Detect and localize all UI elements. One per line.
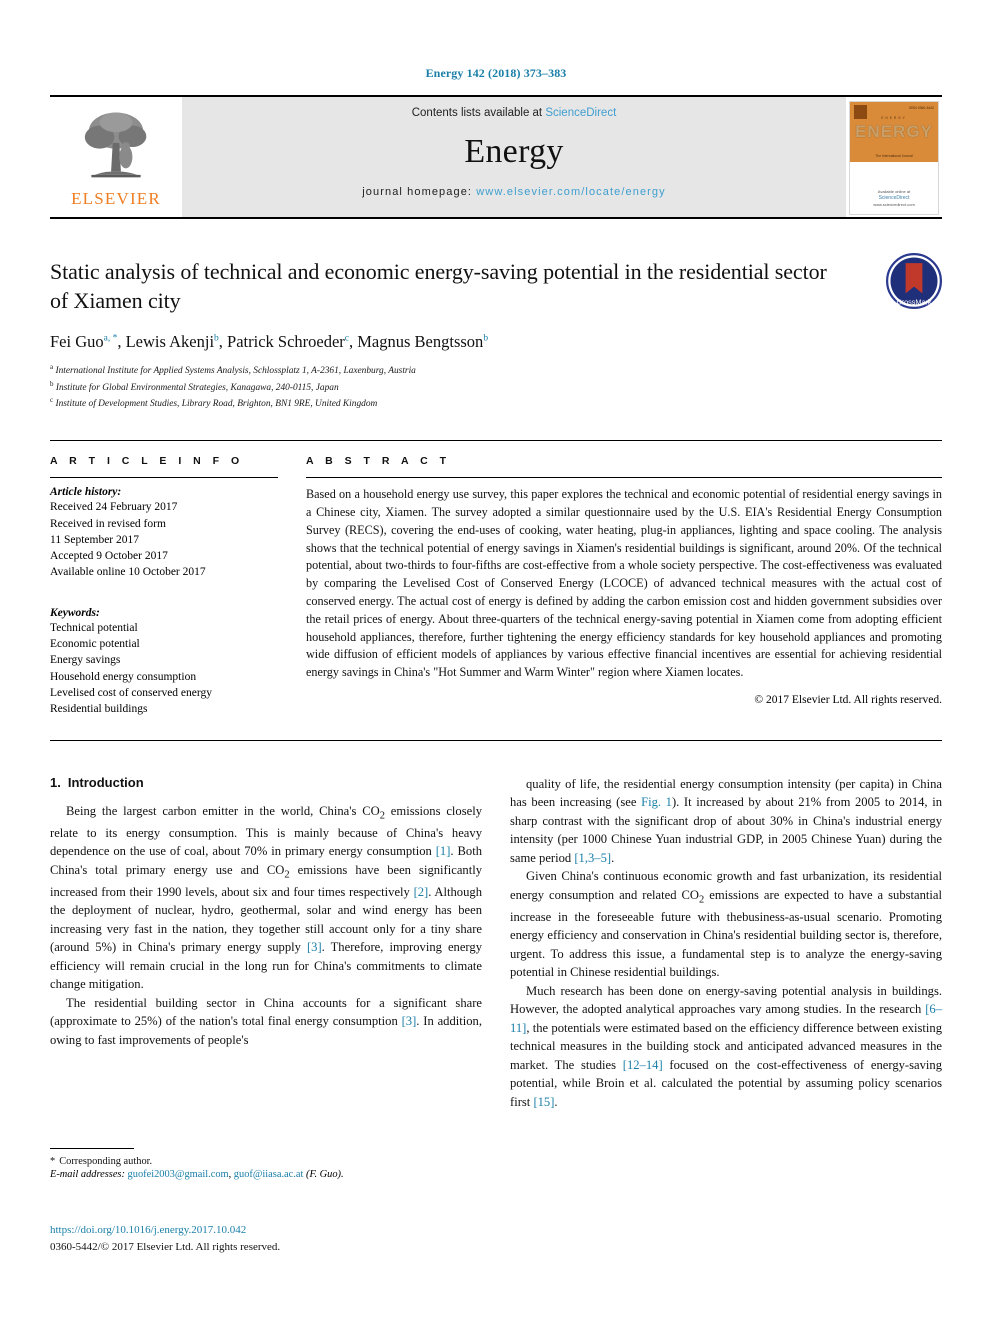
author-separator: , <box>117 332 126 352</box>
cover-footer: Available online at ScienceDirect www.sc… <box>850 189 938 209</box>
author-item: Lewis Akenjib <box>125 332 219 352</box>
info-abstract-section: A R T I C L E I N F O Article history: R… <box>50 440 942 718</box>
journal-cover-thumbnail: ISSN 0360-5442 ENERGY ENERGY The Interna… <box>849 101 939 215</box>
footnote-block: * Corresponding author. E-mail addresses:… <box>50 1148 482 1180</box>
email-note: E-mail addresses: guofei2003@gmail.com, … <box>50 1169 482 1180</box>
author-separator: , <box>218 332 228 352</box>
page-title: Static analysis of technical and economi… <box>50 259 827 314</box>
cover-kicker-text: ENERGY <box>881 116 907 120</box>
elsevier-logo: ELSEVIER <box>50 97 182 217</box>
email-suffix: (F. Guo). <box>305 1169 344 1181</box>
article-info-divider <box>50 477 278 479</box>
body-paragraph: Given China's continuous economic growth… <box>510 869 942 980</box>
keyword-item: Levelised cost of conserved energy <box>50 687 213 700</box>
corresponding-author-mark: * <box>50 1156 56 1167</box>
keyword-item: Technical potential <box>50 621 138 634</box>
homepage-url-link[interactable]: www.elsevier.com/locate/energy <box>476 186 666 198</box>
email-link-primary[interactable]: guofei2003@gmail.com <box>128 1169 229 1180</box>
abstract-copyright: © 2017 Elsevier Ltd. All rights reserved… <box>754 694 942 707</box>
keyword-item: Residential buildings <box>50 703 148 716</box>
affiliation-list: a International Institute for Applied Sy… <box>50 362 942 412</box>
affiliation-mark: b <box>50 379 54 388</box>
author-list: Fei Guoa, *, Lewis Akenjib, Patrick Schr… <box>50 332 942 352</box>
abstract-text: Based on a household energy use survey, … <box>306 487 942 680</box>
cover-tagline-text: The International Journal <box>875 154 913 158</box>
keywords-block: Keywords: Technical potential Economic p… <box>50 607 278 718</box>
section-title-text: Introduction <box>67 774 144 790</box>
body-left-column: 1. Introduction Being the largest carbon … <box>50 775 482 1111</box>
cover-title-text: ENERGY <box>855 122 933 141</box>
article-history-list: Received 24 February 2017 Received in re… <box>50 499 278 581</box>
body-divider <box>50 739 942 741</box>
author-affiliation-mark: b <box>483 333 489 344</box>
affiliation-text: Institute for Global Environmental Strat… <box>55 382 339 393</box>
body-right-column: quality of life, the residential energy … <box>510 775 942 1111</box>
title-block: Static analysis of technical and economi… <box>50 253 942 412</box>
body-paragraph: The residential building sector in China… <box>50 995 482 1047</box>
body-paragraph: quality of life, the residential energy … <box>510 776 942 865</box>
article-page: Energy 142 (2018) 373–383 ELSEVIER Conte… <box>0 0 992 1323</box>
corresponding-author-note: * Corresponding author. <box>50 1154 482 1169</box>
elsevier-tree-icon <box>84 112 147 177</box>
history-item: Received in revised form <box>50 517 166 530</box>
footnote-divider <box>50 1148 134 1149</box>
cover-footer-line2: ScienceDirect <box>878 194 910 201</box>
cover-issue-text: ISSN 0360-5442 <box>908 106 934 110</box>
email-link-secondary[interactable]: guof@iiasa.ac.at <box>234 1169 304 1180</box>
journal-homepage-line: journal homepage: www.elsevier.com/locat… <box>362 186 666 198</box>
history-item: Accepted 9 October 2017 <box>50 550 168 563</box>
sciencedirect-link[interactable]: ScienceDirect <box>545 107 616 119</box>
masthead-center: Contents lists available at ScienceDirec… <box>182 97 846 217</box>
keywords-list: Technical potential Economic potential E… <box>50 620 278 718</box>
keyword-item: Household energy consumption <box>50 670 197 683</box>
svg-text:CrossMark: CrossMark <box>896 298 931 307</box>
keyword-item: Energy savings <box>50 654 121 667</box>
affiliation-text: Institute of Development Studies, Librar… <box>55 399 378 410</box>
affiliation-mark: c <box>50 396 54 405</box>
article-info-label: A R T I C L E I N F O <box>50 455 244 468</box>
author-item: Fei Guoa, * <box>50 332 118 352</box>
section-number: 1. <box>50 774 61 790</box>
keywords-heading: Keywords: <box>50 606 100 619</box>
email-label: E-mail addresses: <box>50 1169 125 1181</box>
affiliation-item: a International Institute for Applied Sy… <box>50 362 942 379</box>
history-item: Received 24 February 2017 <box>50 501 178 514</box>
abstract-column: A B S T R A C T Based on a household ene… <box>306 455 942 718</box>
elsevier-wordmark: ELSEVIER <box>71 188 161 208</box>
history-item: Available online 10 October 2017 <box>50 566 206 579</box>
doi-link[interactable]: https://doi.org/10.1016/j.energy.2017.10… <box>50 1222 490 1239</box>
corresponding-author-label: Corresponding author. <box>59 1156 153 1167</box>
author-item: Magnus Bengtssonb <box>357 332 489 352</box>
abstract-divider <box>306 477 942 479</box>
contents-prefix: Contents lists available at <box>411 107 546 119</box>
keyword-item: Economic potential <box>50 638 140 651</box>
author-item: Patrick Schroederc <box>227 332 350 352</box>
article-history-heading: Article history: <box>50 486 122 499</box>
body-paragraph: Being the largest carbon emitter in the … <box>50 803 482 992</box>
journal-title: Energy <box>464 133 564 170</box>
history-item: 11 September 2017 <box>50 533 140 546</box>
doi-block: https://doi.org/10.1016/j.energy.2017.10… <box>50 1222 490 1255</box>
journal-cover-area: ISSN 0360-5442 ENERGY ENERGY The Interna… <box>846 97 942 217</box>
journal-masthead: ELSEVIER Contents lists available at Sci… <box>50 95 942 219</box>
cover-footer-line3: www.sciencedirect.com <box>873 202 915 207</box>
crossmark-icon[interactable]: CrossMark <box>886 253 942 309</box>
body-columns: 1. Introduction Being the largest carbon … <box>50 775 942 1111</box>
abstract-label: A B S T R A C T <box>306 455 451 468</box>
section-heading-introduction: 1. Introduction <box>50 775 482 790</box>
running-head: Energy 142 (2018) 373–383 <box>425 66 567 80</box>
body-paragraph: Much research has been done on energy-sa… <box>510 983 942 1109</box>
author-affiliation-mark: a, * <box>103 333 118 344</box>
issn-copyright-line: 0360-5442/© 2017 Elsevier Ltd. All right… <box>50 1240 281 1253</box>
article-info-column: A R T I C L E I N F O Article history: R… <box>50 455 278 718</box>
affiliation-text: International Institute for Applied Syst… <box>55 366 416 377</box>
affiliation-item: b Institute for Global Environmental Str… <box>50 379 942 396</box>
cover-top-panel: ISSN 0360-5442 ENERGY ENERGY The Interna… <box>850 102 938 162</box>
affiliation-item: c Institute of Development Studies, Libr… <box>50 395 942 412</box>
affiliation-mark: a <box>50 363 54 372</box>
contents-available-line: Contents lists available at ScienceDirec… <box>412 107 617 119</box>
homepage-prefix: journal homepage: <box>362 186 477 198</box>
